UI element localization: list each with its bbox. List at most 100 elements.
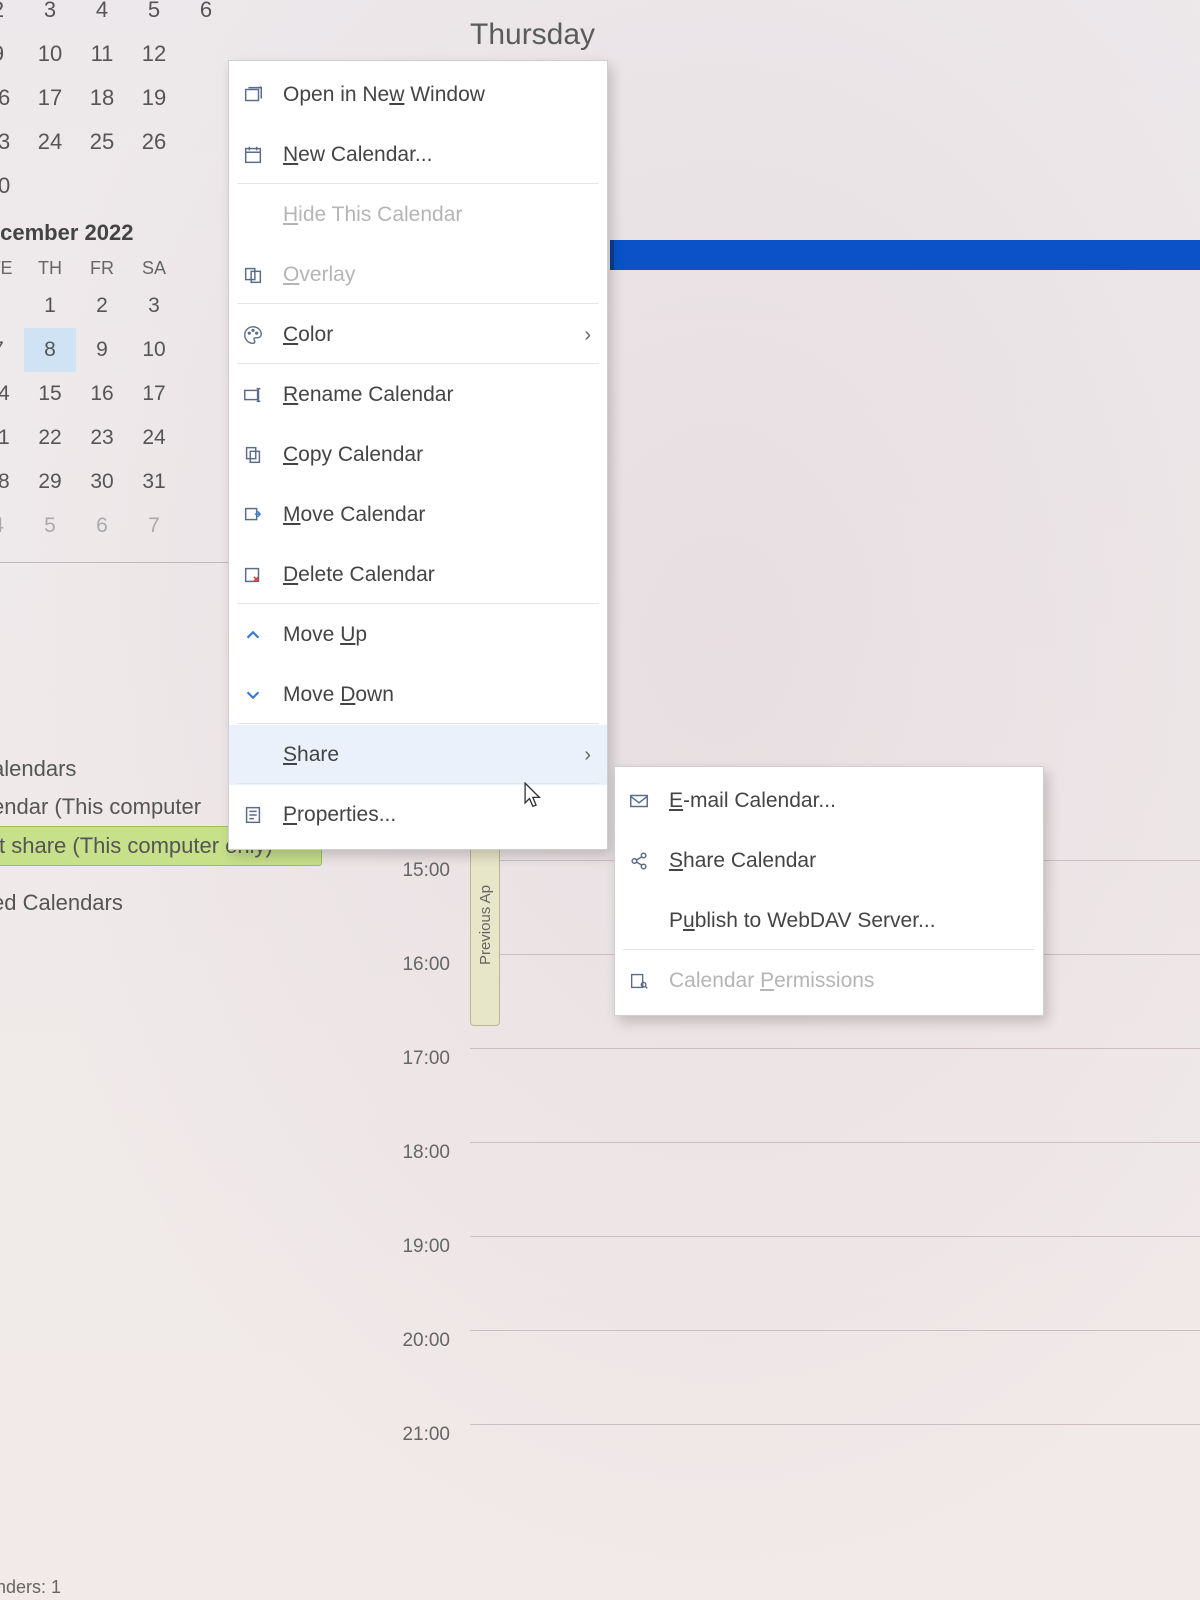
mini-calendar-1-day[interactable]: 25 xyxy=(76,120,128,164)
mini-calendar-2-day[interactable]: 16 xyxy=(76,372,128,416)
submenu-calendar-permissions: Calendar Permissions xyxy=(615,951,1043,1011)
mini-calendar-1-day[interactable]: 12 xyxy=(128,32,180,76)
permissions-icon xyxy=(625,967,653,995)
palette-icon xyxy=(239,321,267,349)
mini-calendar-1-day xyxy=(24,164,76,208)
mini-calendar-1-day[interactable]: 17 xyxy=(24,76,76,120)
menu-color[interactable]: Color › xyxy=(229,305,607,365)
mini-calendar-2-day[interactable]: 1 xyxy=(24,284,76,328)
new-window-icon xyxy=(239,81,267,109)
mini-calendar-2-day[interactable]: 15 xyxy=(24,372,76,416)
mini-calendar-1-day[interactable]: 30 xyxy=(0,164,24,208)
chevron-right-icon: › xyxy=(584,744,591,767)
mini-calendar-2-dow-cell: TH xyxy=(24,252,76,284)
mini-calendar-2-day[interactable]: 5 xyxy=(24,504,76,548)
mini-calendar-2-day[interactable]: 9 xyxy=(76,328,128,372)
mini-calendar-2-day[interactable]: 8 xyxy=(24,328,76,372)
menu-open-new-window[interactable]: Open in New Window xyxy=(229,65,607,125)
menu-delete-calendar[interactable]: Delete Calendar xyxy=(229,545,607,605)
mini-calendar-1-day[interactable]: 10 xyxy=(24,32,76,76)
mini-calendar-1-day[interactable]: 26 xyxy=(128,120,180,164)
day-header: Thursday xyxy=(470,18,595,52)
mini-calendar-2-dow-cell: FR xyxy=(76,252,128,284)
mini-calendar-2-dow-cell: SA xyxy=(128,252,180,284)
mini-calendar-1-day[interactable]: 18 xyxy=(76,76,128,120)
previous-appointment-tab[interactable]: Previous Ap xyxy=(470,826,500,1026)
mini-calendar-2-day[interactable]: 6 xyxy=(76,504,128,548)
status-bar: nders: 1 xyxy=(0,1577,61,1598)
mini-calendar-1-day[interactable]: 19 xyxy=(128,76,180,120)
overlay-icon xyxy=(239,261,267,289)
time-label: 18:00 xyxy=(380,1142,450,1236)
mini-calendar-2-day[interactable]: 28 xyxy=(0,460,24,504)
mail-icon xyxy=(625,787,653,815)
all-day-event[interactable] xyxy=(610,240,1200,270)
menu-move-up[interactable]: Move Up xyxy=(229,605,607,665)
share-submenu: E-mail Calendar... Share Calendar Publis… xyxy=(614,766,1044,1016)
mini-calendar-1-day xyxy=(180,76,232,120)
chevron-down-icon xyxy=(239,681,267,709)
mini-calendar-2-day[interactable]: 14 xyxy=(0,372,24,416)
move-icon xyxy=(239,501,267,529)
mini-calendar-2-day[interactable]: 24 xyxy=(128,416,180,460)
time-label: 15:00 xyxy=(380,860,450,954)
mini-calendar-1-day xyxy=(128,164,180,208)
properties-icon xyxy=(239,801,267,829)
time-gutter: 15:0016:0017:0018:0019:0020:0021:00 xyxy=(380,860,450,1518)
mini-calendar-2-day[interactable]: 17 xyxy=(128,372,180,416)
chevron-right-icon: › xyxy=(584,324,591,347)
mini-calendar-2-day[interactable]: 29 xyxy=(24,460,76,504)
mini-calendar-1-day[interactable]: 24 xyxy=(24,120,76,164)
mini-calendar-1-day xyxy=(180,120,232,164)
time-label: 20:00 xyxy=(380,1330,450,1424)
menu-move-down[interactable]: Move Down xyxy=(229,665,607,725)
menu-hide-calendar: Hide This Calendar xyxy=(229,185,607,245)
mini-calendar-1-day[interactable]: 3 xyxy=(24,0,76,32)
divider xyxy=(0,562,232,563)
previous-appointment-label: Previous Ap xyxy=(477,885,494,965)
calendar-icon xyxy=(239,141,267,169)
mini-calendar-2-dow-cell: WE xyxy=(0,252,24,284)
mini-calendar-2-day[interactable]: 2 xyxy=(76,284,128,328)
share-icon xyxy=(625,847,653,875)
mini-calendar-1-day[interactable]: 6 xyxy=(180,0,232,32)
menu-properties[interactable]: Properties... xyxy=(229,785,607,845)
mini-calendar-2-day[interactable]: 21 xyxy=(0,416,24,460)
mini-calendar-2-day[interactable]: 7 xyxy=(128,504,180,548)
shared-calendars-header: ed Calendars xyxy=(0,866,322,916)
time-label: 21:00 xyxy=(380,1424,450,1518)
submenu-email-calendar[interactable]: E-mail Calendar... xyxy=(615,771,1043,831)
menu-new-calendar[interactable]: New Calendar... xyxy=(229,125,607,185)
time-label: 16:00 xyxy=(380,954,450,1048)
mini-calendar-2-day[interactable]: 7 xyxy=(0,328,24,372)
time-label: 19:00 xyxy=(380,1236,450,1330)
calendar-context-menu: Open in New Window New Calendar... Hide … xyxy=(228,60,608,850)
mini-calendar-1-day[interactable]: 9 xyxy=(0,32,24,76)
menu-overlay: Overlay xyxy=(229,245,607,305)
mini-calendar-2-day[interactable]: 10 xyxy=(128,328,180,372)
mini-calendar-1-day[interactable]: 2 xyxy=(0,0,24,32)
copy-icon xyxy=(239,441,267,469)
mini-calendar-1-day[interactable]: 5 xyxy=(128,0,180,32)
menu-rename-calendar[interactable]: Rename Calendar xyxy=(229,365,607,425)
mini-calendar-1-day[interactable]: 4 xyxy=(76,0,128,32)
mini-calendar-2-day[interactable]: 23 xyxy=(76,416,128,460)
mini-calendar-2-day[interactable]: 30 xyxy=(76,460,128,504)
mini-calendar-2-day[interactable]: 22 xyxy=(24,416,76,460)
mini-calendar-1-day xyxy=(180,164,232,208)
mini-calendar-2-day[interactable]: 31 xyxy=(128,460,180,504)
delete-icon xyxy=(239,561,267,589)
time-label: 17:00 xyxy=(380,1048,450,1142)
rename-icon xyxy=(239,381,267,409)
mini-calendar-1-day[interactable]: 11 xyxy=(76,32,128,76)
mini-calendar-2-day[interactable]: 3 xyxy=(128,284,180,328)
mini-calendar-1-day[interactable]: 23 xyxy=(0,120,24,164)
chevron-up-icon xyxy=(239,621,267,649)
menu-copy-calendar[interactable]: Copy Calendar xyxy=(229,425,607,485)
submenu-share-calendar[interactable]: Share Calendar xyxy=(615,831,1043,891)
mini-calendar-2-day[interactable]: 4 xyxy=(0,504,24,548)
submenu-publish-webdav[interactable]: Publish to WebDAV Server... xyxy=(615,891,1043,951)
mini-calendar-1-day[interactable]: 16 xyxy=(0,76,24,120)
menu-move-calendar[interactable]: Move Calendar xyxy=(229,485,607,545)
menu-share[interactable]: Share › xyxy=(229,725,607,785)
